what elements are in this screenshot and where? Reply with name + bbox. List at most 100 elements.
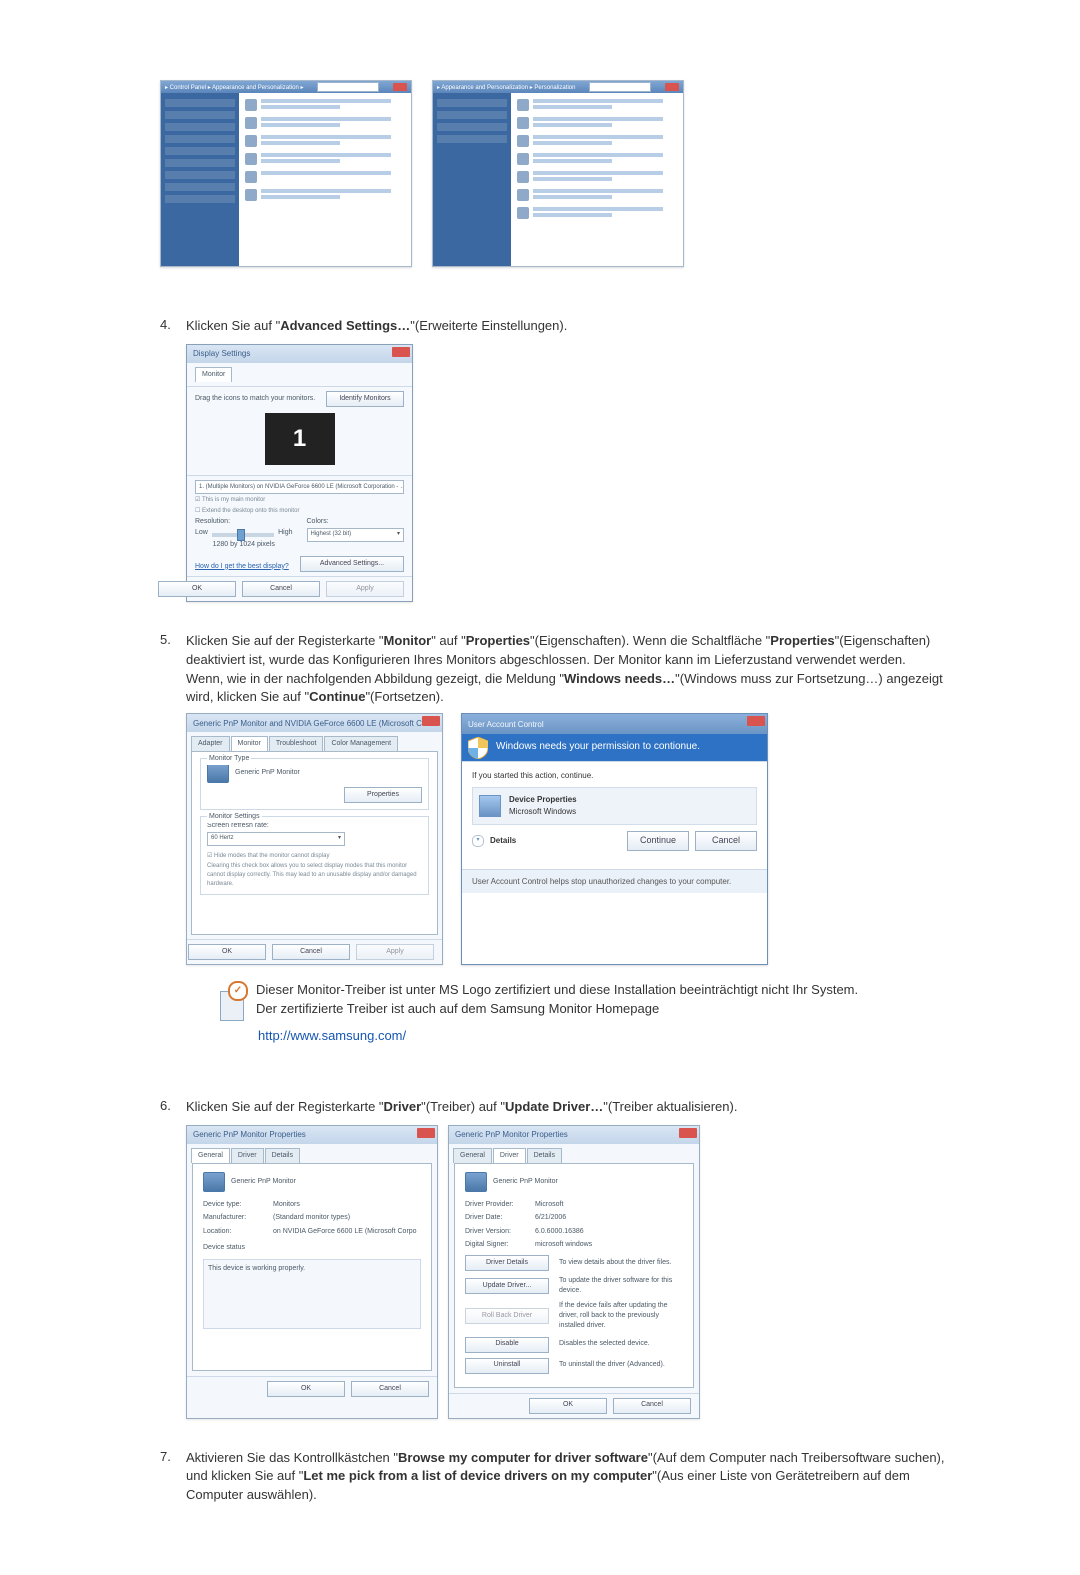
uac-item: Device Properties Microsoft Windows (472, 787, 757, 824)
note-icon: ✓ (216, 981, 246, 1019)
monitor-preview[interactable]: 1 (265, 413, 335, 465)
tab-driver[interactable]: Driver (493, 1148, 526, 1163)
cancel-button[interactable]: Cancel (272, 944, 350, 960)
continue-button[interactable]: Continue (627, 831, 689, 851)
chevron-down-icon: ▾ (397, 530, 400, 539)
close-icon[interactable] (747, 716, 765, 726)
tasks-sidebar (161, 93, 239, 266)
close-icon[interactable] (393, 83, 407, 91)
step4-body: Klicken Sie auf "Advanced Settings…"(Erw… (186, 317, 950, 602)
colors-label: Colors: (307, 517, 405, 527)
note: ✓ Dieser Monitor-Treiber ist unter MS Lo… (216, 981, 950, 1019)
chevron-down-icon: ▾ (338, 834, 341, 843)
device-status-label: Device status (203, 1243, 421, 1253)
screen-saver-icon (517, 135, 529, 147)
hide-modes-help: Clearing this check box allows you to se… (207, 862, 422, 888)
monitor-type-group: Monitor Type Generic PnP Monitor Propert… (200, 758, 429, 810)
extend-desktop-check[interactable]: ☐ Extend the desktop onto this monitor (195, 507, 404, 516)
device-properties-icon (479, 795, 501, 817)
step6-body: Klicken Sie auf der Registerkarte "Drive… (186, 1098, 950, 1418)
control-panel-content (239, 93, 411, 266)
best-display-link[interactable]: How do I get the best display? (195, 562, 289, 572)
step-number: 5. (160, 632, 186, 1068)
tab-color-management[interactable]: Color Management (324, 736, 398, 751)
roll-back-driver-button[interactable]: Roll Back Driver (465, 1308, 549, 1324)
ok-button[interactable]: OK (529, 1398, 607, 1414)
dialog-title: Generic PnP Monitor Properties (187, 1126, 437, 1144)
personalization-icon (245, 99, 257, 111)
monitor-properties-dialog: Generic PnP Monitor and NVIDIA GeForce 6… (186, 713, 443, 965)
tab-troubleshoot[interactable]: Troubleshoot (269, 736, 324, 751)
samsung-url[interactable]: http://www.samsung.com/ (258, 1028, 406, 1043)
colors-select[interactable]: Highest (32 bit)▾ (307, 528, 405, 542)
monitor-icon (465, 1172, 487, 1192)
taskbar-icon (245, 117, 257, 129)
resolution-slider[interactable] (212, 533, 274, 537)
step-number: 4. (160, 317, 186, 602)
close-icon[interactable] (392, 347, 410, 357)
tab-details[interactable]: Details (527, 1148, 562, 1163)
monitor-settings-group: Monitor Settings Screen refresh rate: 60… (200, 816, 429, 895)
driver-details-button[interactable]: Driver Details (465, 1255, 549, 1271)
step7-body: Aktivieren Sie das Kontrollkästchen "Bro… (186, 1449, 950, 1506)
hide-modes-check[interactable]: ☑ Hide modes that the monitor cannot dis… (207, 852, 422, 861)
apply-button[interactable]: Apply (326, 581, 404, 597)
apply-button[interactable]: Apply (356, 944, 434, 960)
close-icon[interactable] (417, 1128, 435, 1138)
ok-button[interactable]: OK (188, 944, 266, 960)
cancel-button[interactable]: Cancel (613, 1398, 691, 1414)
dialog-title: Display Settings (187, 345, 412, 363)
ok-button[interactable]: OK (267, 1381, 345, 1397)
tab-driver[interactable]: Driver (231, 1148, 264, 1163)
display-settings-dialog: Display Settings Monitor Drag the icons … (186, 344, 413, 602)
tab-monitor[interactable]: Monitor (195, 367, 232, 382)
refresh-rate-select[interactable]: 60 Hertz▾ (207, 832, 345, 846)
tab-adapter[interactable]: Adapter (191, 736, 230, 751)
close-icon[interactable] (422, 716, 440, 726)
tasks-sidebar (433, 93, 511, 266)
monitor-select[interactable]: 1. (Multiple Monitors) on NVIDIA GeForce… (195, 480, 404, 494)
tab-monitor[interactable]: Monitor (231, 736, 268, 751)
main-monitor-check[interactable]: ☑ This is my main monitor (195, 496, 404, 505)
theme-icon (517, 189, 529, 201)
monitor-icon (203, 1172, 225, 1192)
breadcrumb: ▸ Appearance and Personalization ▸ Perso… (437, 84, 575, 91)
update-driver-button[interactable]: Update Driver... (465, 1278, 549, 1294)
close-icon[interactable] (665, 83, 679, 91)
control-panel-window-right: ▸ Appearance and Personalization ▸ Perso… (432, 80, 684, 267)
uninstall-button[interactable]: Uninstall (465, 1358, 549, 1374)
sounds-icon (517, 153, 529, 165)
folder-options-icon (245, 153, 257, 165)
tab-general[interactable]: General (191, 1148, 230, 1163)
search-box[interactable] (589, 82, 651, 92)
cancel-button[interactable]: Cancel (695, 831, 757, 851)
tab-row: Adapter Monitor Troubleshoot Color Manag… (187, 732, 442, 751)
properties-button[interactable]: Properties (344, 787, 422, 803)
cancel-button[interactable]: Cancel (351, 1381, 429, 1397)
dialog-title: Generic PnP Monitor and NVIDIA GeForce 6… (187, 714, 442, 732)
tab-details[interactable]: Details (265, 1148, 300, 1163)
fonts-icon (245, 171, 257, 183)
uac-footer: User Account Control helps stop unauthor… (462, 869, 767, 894)
ok-button[interactable]: OK (158, 581, 236, 597)
step5-body: Klicken Sie auf der Registerkarte "Monit… (186, 632, 950, 1068)
ease-of-access-icon (245, 135, 257, 147)
desktop-bg-icon (517, 117, 529, 129)
close-icon[interactable] (679, 1128, 697, 1138)
advanced-settings-button[interactable]: Advanced Settings... (300, 556, 404, 572)
mouse-pointers-icon (517, 171, 529, 183)
chevron-down-icon[interactable]: ▾ (472, 835, 484, 847)
driver-properties-driver: Generic PnP Monitor Properties General D… (448, 1125, 700, 1418)
uac-banner: Windows needs your permission to contion… (462, 734, 767, 762)
drag-text: Drag the icons to match your monitors. (195, 394, 315, 404)
details-link[interactable]: Details (490, 835, 516, 847)
tab-general[interactable]: General (453, 1148, 492, 1163)
control-panel-window-left: ▸ Control Panel ▸ Appearance and Persona… (160, 80, 412, 267)
identify-monitors-button[interactable]: Identify Monitors (326, 391, 404, 407)
control-panel-content (511, 93, 683, 266)
window-titlebar: ▸ Appearance and Personalization ▸ Perso… (433, 81, 683, 93)
search-box[interactable] (317, 82, 379, 92)
disable-button[interactable]: Disable (465, 1337, 549, 1353)
cancel-button[interactable]: Cancel (242, 581, 320, 597)
display-settings-icon (517, 207, 529, 219)
